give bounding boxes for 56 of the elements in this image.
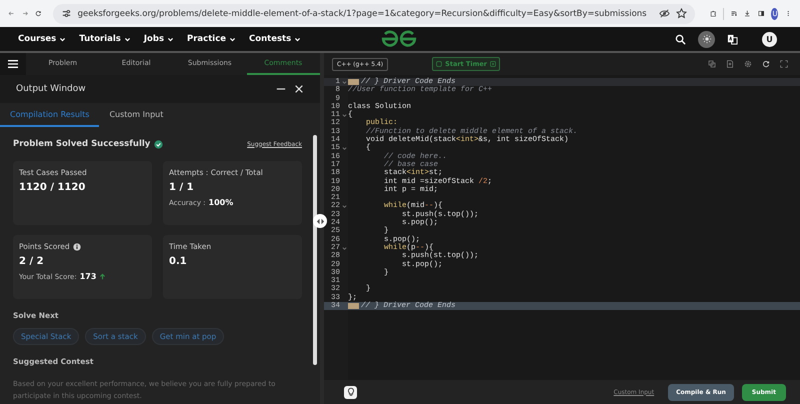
file-icon[interactable] [726, 60, 734, 68]
collapsed-marker-icon[interactable] [348, 79, 359, 86]
settings-icon[interactable] [744, 60, 752, 68]
output-tab[interactable]: Compilation Results [0, 103, 100, 127]
square-icon [436, 61, 442, 67]
card-value: 0.1 [169, 256, 188, 267]
nav-menu-item[interactable]: Tutorials [79, 34, 131, 44]
translate-icon[interactable] [727, 34, 738, 44]
card-value: 2 / 2 [19, 256, 45, 267]
fold-caret-icon[interactable] [342, 80, 346, 85]
address-bar[interactable]: geeksforgeeks.org/problems/delete-middle-element-of-a-stack/1?page=1&category=Recursion&difficulty=Easy&sortBy=submissions [52, 4, 695, 24]
arrows-icon[interactable] [316, 216, 324, 226]
reload-icon[interactable] [35, 8, 42, 19]
eye-off-icon[interactable] [658, 8, 670, 19]
sidebar-icon[interactable] [758, 8, 764, 19]
reset-icon[interactable] [762, 60, 770, 68]
url-text: geeksforgeeks.org/problems/delete-middle-element-of-a-stack/1?page=1&category=Recursion&difficulty=Easy&sortBy=submissions [78, 8, 647, 18]
panel-title: Output Window [16, 84, 86, 94]
puzzle-icon[interactable] [710, 8, 716, 19]
output-tab[interactable]: Custom Input [99, 103, 174, 127]
nav-menu-item[interactable]: Contests [249, 34, 302, 44]
nav-menu-item[interactable]: Jobs [144, 34, 174, 44]
close-icon[interactable] [294, 84, 304, 94]
menu-button[interactable] [0, 53, 26, 75]
site-info-icon[interactable] [60, 8, 72, 19]
nav-menu-item[interactable]: Practice [187, 34, 236, 44]
status-message: Problem Solved Successfully [13, 139, 150, 149]
chevron-down-icon[interactable] [59, 36, 66, 42]
card-value: 1 / 1 [169, 182, 195, 193]
logo-icon[interactable] [380, 30, 418, 48]
card-note-value: 100% [208, 198, 234, 207]
chevron-down-icon[interactable] [229, 36, 236, 42]
chevron-down-icon[interactable] [167, 36, 174, 42]
menu-icon[interactable] [7, 59, 19, 69]
copy-icon[interactable] [708, 60, 716, 68]
search-icon[interactable] [675, 34, 686, 44]
fold-caret-icon[interactable] [342, 112, 346, 118]
user-avatar[interactable]: U [762, 32, 777, 46]
scrollbar[interactable] [313, 135, 317, 365]
check-icon [154, 140, 164, 148]
chevron-down-icon[interactable] [294, 36, 302, 42]
chevron-down-icon[interactable] [124, 36, 131, 42]
sun-icon[interactable] [702, 34, 712, 44]
fold-caret-icon[interactable] [342, 204, 346, 210]
download-icon[interactable] [744, 8, 751, 19]
fold-caret-icon[interactable] [342, 146, 346, 152]
info-icon[interactable] [72, 242, 81, 250]
theme-toggle[interactable] [698, 30, 715, 48]
nav-menu-item[interactable]: Courses [18, 34, 66, 44]
play-icon [490, 61, 496, 67]
fold-caret-icon[interactable] [342, 246, 346, 251]
card-value: 1120 / 1120 [19, 182, 86, 193]
star-icon[interactable] [676, 8, 687, 19]
card-note-value: 173 [80, 272, 96, 281]
fullscreen-icon[interactable] [780, 60, 788, 68]
collapsed-marker-icon[interactable] [348, 303, 359, 310]
